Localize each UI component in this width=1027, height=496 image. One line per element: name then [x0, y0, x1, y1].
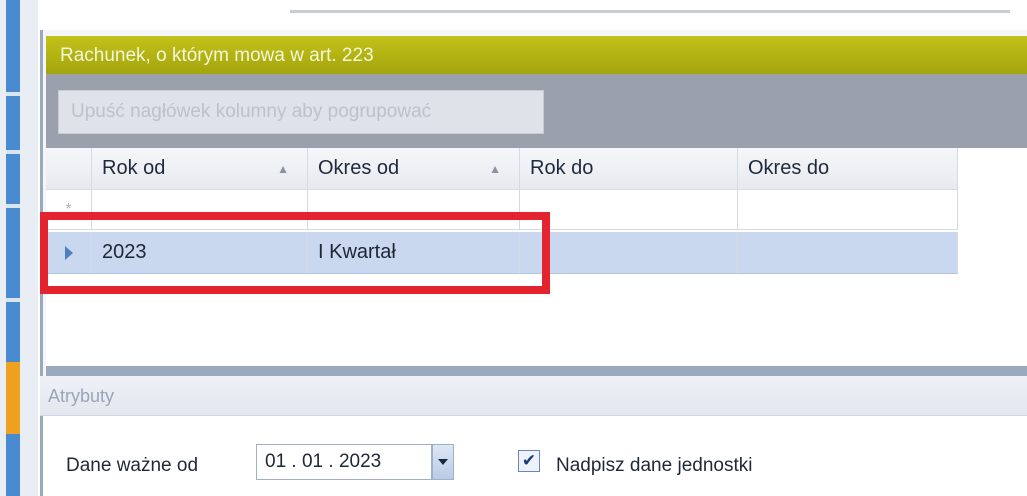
chevron-down-icon: [438, 459, 448, 465]
nav-segment-active[interactable]: [6, 362, 20, 434]
column-header-label: Okres od: [318, 157, 400, 179]
nav-segment[interactable]: [6, 96, 20, 150]
valid-from-date-input[interactable]: 01 . 01 . 2023: [256, 444, 432, 480]
nav-segment[interactable]: [6, 208, 20, 298]
column-header-label: Rok od: [102, 157, 166, 179]
overwrite-unit-data-checkbox[interactable]: ✔: [518, 450, 540, 472]
highlight-annotation: [40, 212, 550, 294]
overwrite-unit-data-label[interactable]: Nadpisz dane jednostki: [556, 455, 752, 477]
column-header-label: Okres do: [748, 157, 830, 179]
table-cell[interactable]: [520, 190, 738, 230]
date-dropdown-button[interactable]: [432, 444, 454, 480]
attributes-header[interactable]: Atrybuty: [40, 376, 1027, 416]
panel-title: Rachunek, o którym mowa w art. 223: [46, 36, 1027, 74]
column-header-okres-od[interactable]: Okres od ▲: [308, 148, 520, 190]
row-indicator-header: [46, 148, 92, 190]
sort-ascending-icon: ▲: [489, 162, 501, 176]
grid-empty-area: [958, 148, 1027, 276]
section-divider[interactable]: [46, 366, 1027, 376]
group-by-hint: Upuść nagłówek kolumny aby pogrupować: [58, 90, 544, 134]
column-header-label: Rok do: [530, 157, 594, 179]
checkmark-icon: ✔: [521, 451, 537, 470]
top-divider: [290, 10, 1010, 13]
column-header-okres-do[interactable]: Okres do: [738, 148, 958, 190]
valid-from-label: Dane ważne od: [66, 455, 199, 476]
nav-segment[interactable]: [6, 434, 20, 496]
left-navigation-strip: [0, 0, 38, 496]
column-header-rok-do[interactable]: Rok do: [520, 148, 738, 190]
grid-header-row: Rok od ▲ Okres od ▲ Rok do Okres do: [46, 148, 958, 190]
nav-segment[interactable]: [6, 302, 20, 362]
column-header-rok-od[interactable]: Rok od ▲: [92, 148, 308, 190]
cell-okres-do[interactable]: [738, 232, 958, 274]
table-cell[interactable]: [738, 190, 958, 230]
nav-segment[interactable]: [6, 0, 20, 92]
cell-rok-do[interactable]: [520, 232, 738, 274]
nav-segment[interactable]: [6, 154, 20, 204]
top-bar: [38, 0, 1027, 24]
sort-ascending-icon: ▲: [277, 162, 289, 176]
